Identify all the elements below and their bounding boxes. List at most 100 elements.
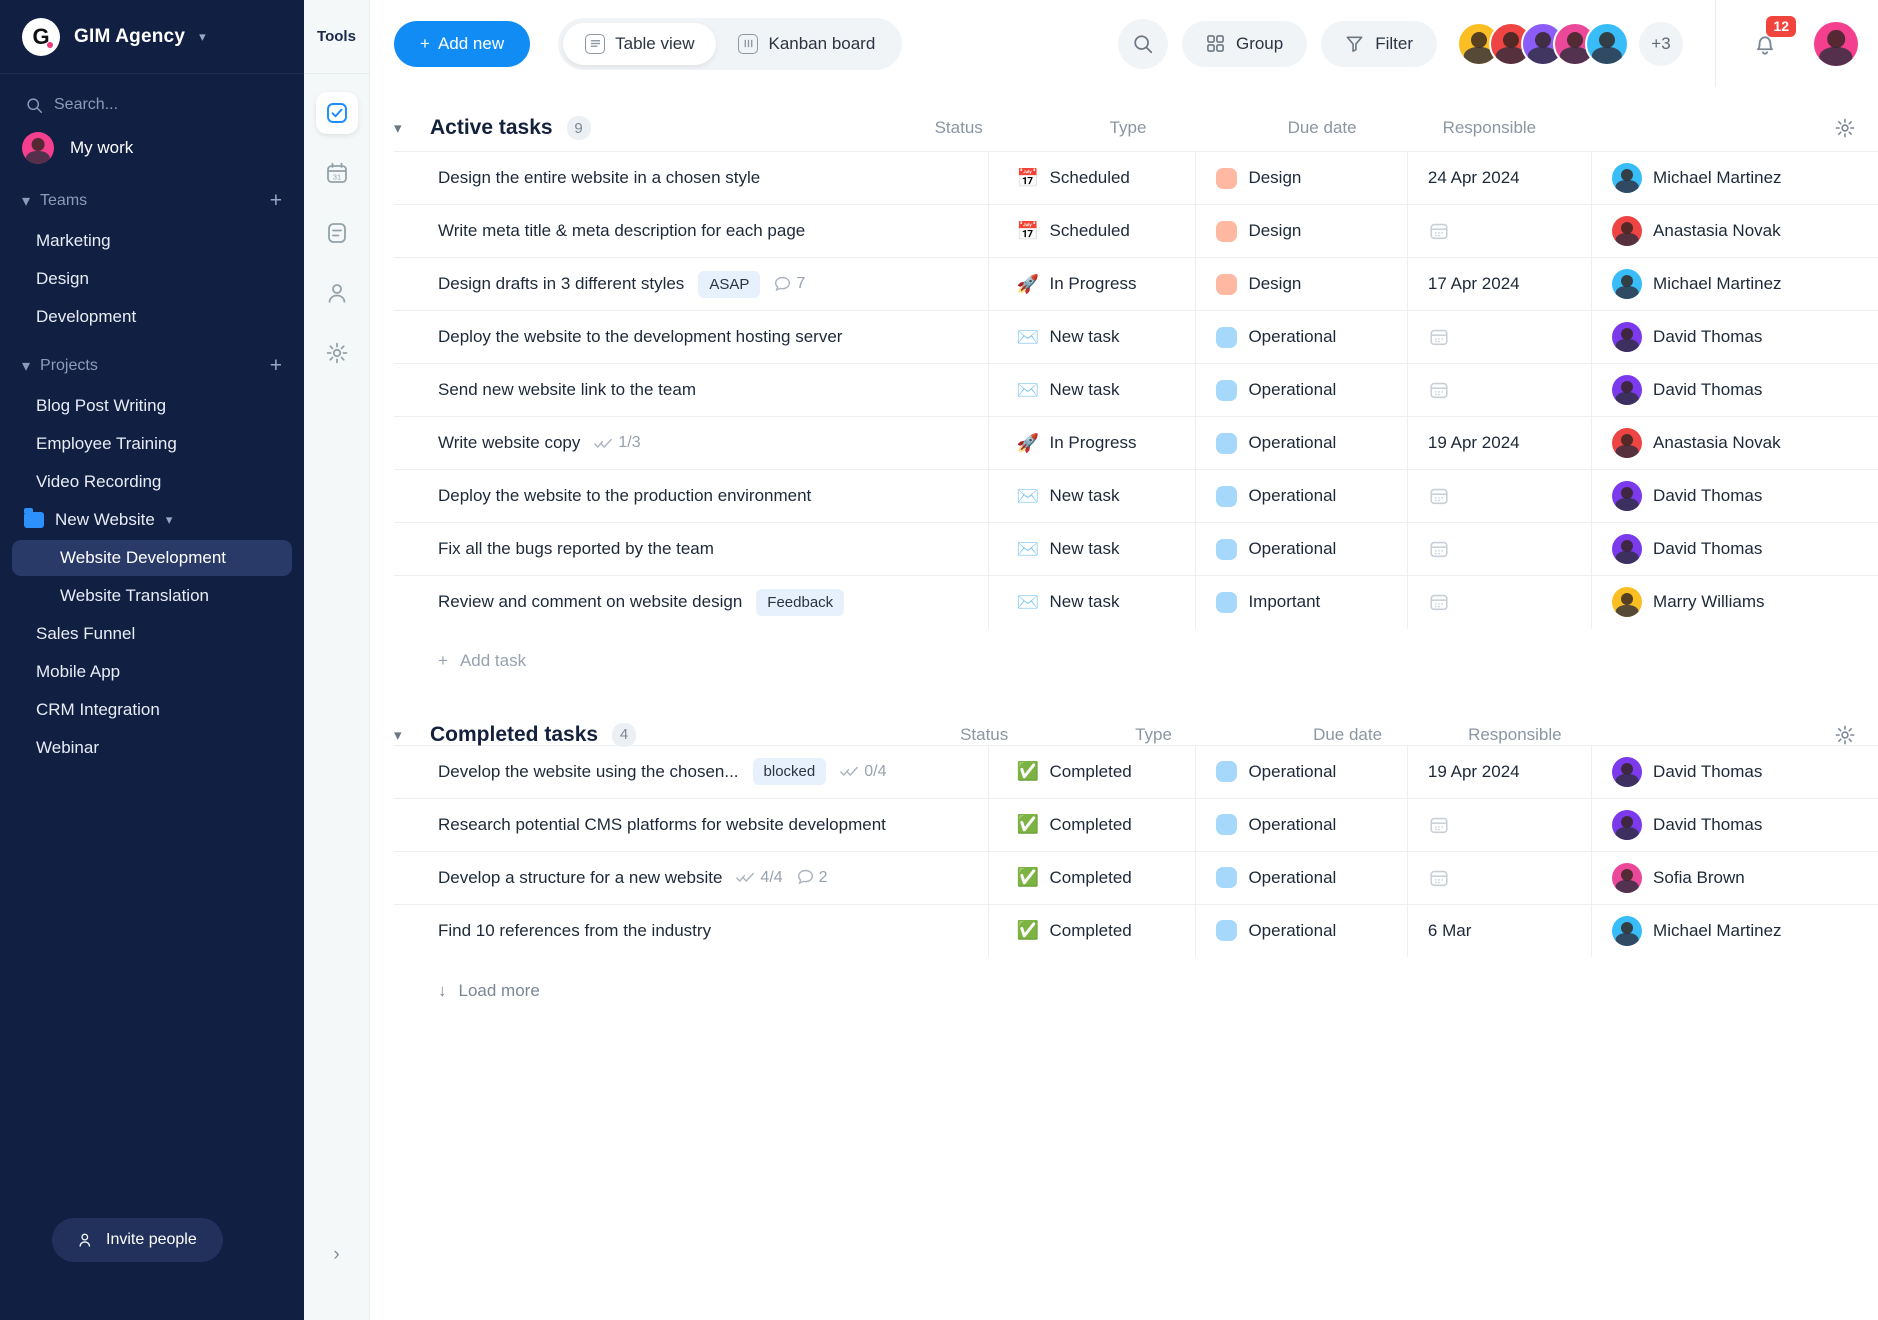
column-header-type[interactable]: Type xyxy=(1135,725,1313,745)
cell-due-date[interactable] xyxy=(1406,204,1592,258)
cell-responsible[interactable]: David Thomas xyxy=(1591,310,1878,364)
column-header-responsible[interactable]: Responsible xyxy=(1443,118,1633,138)
workspace-switcher[interactable]: G GIM Agency ▾ xyxy=(0,0,304,74)
table-row[interactable]: Deploy the website to the production env… xyxy=(394,469,1878,523)
cell-status[interactable]: 🚀 In Progress xyxy=(987,416,1196,470)
column-settings-icon[interactable] xyxy=(1834,117,1878,139)
column-header-responsible[interactable]: Responsible xyxy=(1468,725,1658,745)
cell-type[interactable]: Operational xyxy=(1195,903,1408,957)
table-row[interactable]: Design the entire website in a chosen st… xyxy=(394,151,1878,205)
cell-task-name[interactable]: Review and comment on website design Feed… xyxy=(394,575,989,629)
cell-due-date[interactable]: 17 Apr 2024 xyxy=(1406,257,1592,311)
cell-due-date[interactable] xyxy=(1406,310,1592,364)
cell-responsible[interactable]: Marry Williams xyxy=(1591,575,1878,629)
settings-icon[interactable] xyxy=(316,332,358,374)
cell-due-date[interactable]: 6 Mar xyxy=(1406,903,1592,957)
calendar-icon[interactable] xyxy=(1428,538,1450,560)
expand-rail-button[interactable]: › xyxy=(333,1244,339,1266)
cell-status[interactable]: ✅ Completed xyxy=(987,850,1196,904)
cell-responsible[interactable]: Michael Martinez xyxy=(1591,903,1878,957)
sidebar-item-my-work[interactable]: My work xyxy=(0,124,304,172)
cell-responsible[interactable]: David Thomas xyxy=(1591,469,1878,523)
table-row[interactable]: Review and comment on website design Feed… xyxy=(394,575,1878,629)
column-header-due-date[interactable]: Due date xyxy=(1313,725,1468,745)
chevron-down-icon[interactable]: ▾ xyxy=(394,119,430,137)
table-row[interactable]: Develop the website using the chosen... b… xyxy=(394,744,1878,798)
contacts-icon[interactable] xyxy=(316,272,358,314)
column-settings-icon[interactable] xyxy=(1834,724,1878,746)
cell-task-name[interactable]: Design the entire website in a chosen st… xyxy=(394,151,989,205)
cell-type[interactable]: Design xyxy=(1195,257,1408,311)
search-icon[interactable] xyxy=(1117,18,1168,69)
calendar-icon[interactable] xyxy=(1428,814,1450,836)
cell-task-name[interactable]: Send new website link to the team xyxy=(394,363,989,417)
sidebar-item-video-recording[interactable]: Video Recording xyxy=(12,464,292,500)
sidebar-folder-new-website[interactable]: New Website ▾ xyxy=(0,502,304,538)
sidebar-search[interactable]: Search... xyxy=(0,74,304,124)
cell-responsible[interactable]: David Thomas xyxy=(1591,797,1878,851)
sidebar-item-crm-integration[interactable]: CRM Integration xyxy=(12,692,292,728)
cell-due-date[interactable] xyxy=(1406,469,1592,523)
add-new-button[interactable]: + Add new xyxy=(394,20,531,67)
teams-section-header[interactable]: ▾ Teams + xyxy=(0,172,304,221)
cell-responsible[interactable]: Michael Martinez xyxy=(1591,257,1878,311)
task-tag[interactable]: blocked xyxy=(752,758,827,785)
cell-status[interactable]: ✉️ New task xyxy=(987,469,1196,523)
filter-button[interactable]: Filter xyxy=(1321,20,1437,67)
chevron-down-icon[interactable]: ▾ xyxy=(394,726,430,744)
cell-type[interactable]: Operational xyxy=(1195,797,1408,851)
cell-status[interactable]: 📅 Scheduled xyxy=(987,151,1196,205)
cell-responsible[interactable]: David Thomas xyxy=(1591,744,1878,798)
cell-status[interactable]: 🚀 In Progress xyxy=(987,257,1196,311)
projects-section-header[interactable]: ▾ Projects + xyxy=(0,337,304,386)
cell-status[interactable]: ✅ Completed xyxy=(987,903,1196,957)
cell-task-name[interactable]: Design drafts in 3 different styles ASAP 7 xyxy=(394,257,989,311)
cell-task-name[interactable]: Deploy the website to the production env… xyxy=(394,469,989,523)
table-row[interactable]: Fix all the bugs reported by the team ✉️ N… xyxy=(394,522,1878,576)
invite-people-button[interactable]: Invite people xyxy=(52,1218,223,1262)
cell-status[interactable]: ✅ Completed xyxy=(987,797,1196,851)
sidebar-item-mobile-app[interactable]: Mobile App xyxy=(12,654,292,690)
cell-responsible[interactable]: Anastasia Novak xyxy=(1591,416,1878,470)
cell-responsible[interactable]: David Thomas xyxy=(1591,363,1878,417)
cell-type[interactable]: Operational xyxy=(1195,469,1408,523)
cell-due-date[interactable]: 19 Apr 2024 xyxy=(1406,416,1592,470)
tab-kanban-board[interactable]: Kanban board xyxy=(716,23,897,65)
group-header-completed-tasks[interactable]: ▾ Completed tasks 4 Status Type Due date… xyxy=(394,681,1878,747)
sidebar-item-development[interactable]: Development xyxy=(12,299,292,335)
cell-responsible[interactable]: Anastasia Novak xyxy=(1591,204,1878,258)
sidebar-item-design[interactable]: Design xyxy=(12,261,292,297)
cell-responsible[interactable]: Michael Martinez xyxy=(1591,151,1878,205)
cell-status[interactable]: ✉️ New task xyxy=(987,363,1196,417)
cell-type[interactable]: Design xyxy=(1195,151,1408,205)
cell-type[interactable]: Operational xyxy=(1195,310,1408,364)
cell-responsible[interactable]: Sofia Brown xyxy=(1591,850,1878,904)
table-row[interactable]: Write website copy 1/3 🚀 In Progress Operati… xyxy=(394,416,1878,470)
table-row[interactable]: Deploy the website to the development ho… xyxy=(394,310,1878,364)
cell-type[interactable]: Operational xyxy=(1195,363,1408,417)
column-header-status[interactable]: Status xyxy=(935,118,1110,138)
cell-due-date[interactable] xyxy=(1406,797,1592,851)
notes-icon[interactable] xyxy=(316,212,358,254)
sidebar-item-employee-training[interactable]: Employee Training xyxy=(12,426,292,462)
sidebar-item-blog-post-writing[interactable]: Blog Post Writing xyxy=(12,388,292,424)
table-row[interactable]: Design drafts in 3 different styles ASAP 7… xyxy=(394,257,1878,311)
cell-task-name[interactable]: Develop a structure for a new website 4/4… xyxy=(394,850,989,904)
table-row[interactable]: Develop a structure for a new website 4/4… xyxy=(394,850,1878,904)
cell-type[interactable]: Design xyxy=(1195,204,1408,258)
calendar-icon[interactable] xyxy=(1428,867,1450,889)
column-header-status[interactable]: Status xyxy=(960,725,1135,745)
group-header-active-tasks[interactable]: ▾ Active tasks 9 Status Type Due date Re… xyxy=(394,87,1878,151)
cell-task-name[interactable]: Develop the website using the chosen... b… xyxy=(394,744,989,798)
tab-table-view[interactable]: Table view xyxy=(563,22,717,65)
avatar-overflow[interactable]: +3 xyxy=(1639,21,1683,66)
sidebar-item-sales-funnel[interactable]: Sales Funnel xyxy=(12,616,292,652)
cell-status[interactable]: ✉️ New task xyxy=(987,310,1196,364)
calendar-icon[interactable]: 31 xyxy=(316,152,358,194)
calendar-icon[interactable] xyxy=(1428,326,1450,348)
calendar-icon[interactable] xyxy=(1428,379,1450,401)
calendar-icon[interactable] xyxy=(1428,485,1450,507)
member-avatars[interactable]: +3 xyxy=(1457,21,1683,66)
cell-due-date[interactable] xyxy=(1406,522,1592,576)
cell-task-name[interactable]: Write meta title & meta description for … xyxy=(394,204,989,258)
